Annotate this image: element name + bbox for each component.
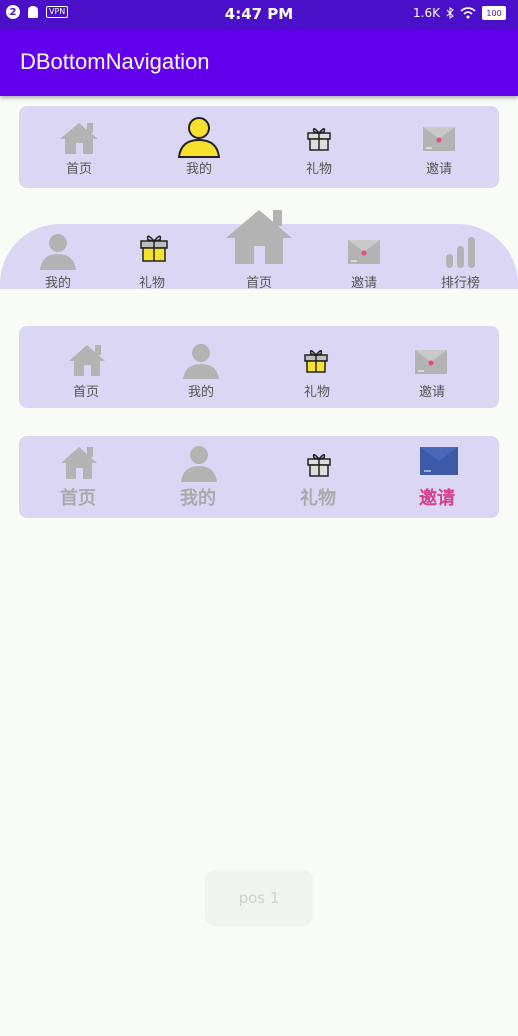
nav4-tab-invite[interactable]: 邀请 <box>379 436 499 518</box>
nav2-label-mine: 我的 <box>45 276 72 291</box>
toast-message: pos 1 <box>205 870 313 926</box>
nav4-tab-gift[interactable]: 礼物 <box>259 436 379 518</box>
home-icon <box>60 123 98 154</box>
nav2-tab-home[interactable]: 首页 <box>209 200 309 291</box>
home-icon <box>61 447 97 479</box>
nav4-tab-home[interactable]: 首页 <box>19 436 139 518</box>
nav2-tab-gift[interactable]: 礼物 <box>104 200 204 291</box>
nav2-items: 我的 礼物 首页 邀请 排行榜 <box>0 200 518 291</box>
nav4-label-invite: 邀请 <box>419 488 455 509</box>
app-bar: DBottomNavigation <box>0 29 518 96</box>
nav3-tab-mine[interactable]: 我的 <box>144 326 259 408</box>
app-title: DBottomNavigation <box>20 49 210 74</box>
bottom-nav-1: 首页 我的 礼物 邀请 <box>19 106 499 188</box>
nav2-label-home: 首页 <box>246 276 273 291</box>
bar-chart-icon <box>446 237 475 268</box>
nav2-tab-invite[interactable]: 邀请 <box>315 200 415 291</box>
nav1-tab-invite[interactable]: 邀请 <box>379 106 499 188</box>
nav4-label-gift: 礼物 <box>300 488 336 509</box>
user-icon <box>181 446 217 482</box>
envelope-icon <box>423 127 455 151</box>
nav4-label-home: 首页 <box>60 488 96 509</box>
nav1-tab-mine[interactable]: 我的 <box>139 106 259 188</box>
status-bar: 2 VPN 4:47 PM 1.6K 100 <box>0 0 518 29</box>
gift-icon <box>304 350 328 373</box>
nav1-tab-gift[interactable]: 礼物 <box>259 106 379 188</box>
nav4-label-mine: 我的 <box>180 488 216 509</box>
bottom-nav-3: 首页 我的 礼物 邀请 <box>19 326 499 408</box>
nav2-tab-mine[interactable]: 我的 <box>8 200 108 291</box>
home-icon <box>69 345 105 376</box>
gift-icon <box>307 128 331 151</box>
nav1-label-gift: 礼物 <box>305 162 332 177</box>
nav2-tab-rank[interactable]: 排行榜 <box>411 200 511 291</box>
envelope-icon <box>420 447 458 475</box>
status-right: 1.6K 100 <box>413 6 506 20</box>
nav2-label-rank: 排行榜 <box>441 276 481 291</box>
bluetooth-icon <box>446 7 454 19</box>
nav3-tab-invite[interactable]: 邀请 <box>374 326 489 408</box>
nav3-label-mine: 我的 <box>188 385 215 400</box>
wifi-icon <box>460 7 476 19</box>
nav3-label-invite: 邀请 <box>419 385 446 400</box>
nav1-label-mine: 我的 <box>185 162 212 177</box>
gift-icon <box>307 454 331 477</box>
home-icon <box>226 210 292 264</box>
user-icon <box>177 117 221 158</box>
envelope-icon <box>348 240 380 264</box>
nav2-label-invite: 邀请 <box>351 276 378 291</box>
envelope-icon <box>415 350 447 374</box>
battery-icon: 100 <box>482 6 506 20</box>
nav1-label-invite: 邀请 <box>425 162 452 177</box>
nav3-tab-home[interactable]: 首页 <box>29 326 144 408</box>
nav1-label-home: 首页 <box>65 162 92 177</box>
nav1-tab-home[interactable]: 首页 <box>19 106 139 188</box>
gift-icon <box>140 235 168 262</box>
nav3-label-gift: 礼物 <box>304 385 331 400</box>
nav2-label-gift: 礼物 <box>139 276 166 291</box>
nav4-tab-mine[interactable]: 我的 <box>139 436 259 518</box>
nav3-tab-gift[interactable]: 礼物 <box>259 326 374 408</box>
net-speed: 1.6K <box>413 6 440 20</box>
nav3-label-home: 首页 <box>73 385 100 400</box>
user-icon <box>183 344 219 379</box>
user-icon <box>40 234 76 270</box>
bottom-nav-4: 首页 我的 礼物 邀请 <box>19 436 499 518</box>
